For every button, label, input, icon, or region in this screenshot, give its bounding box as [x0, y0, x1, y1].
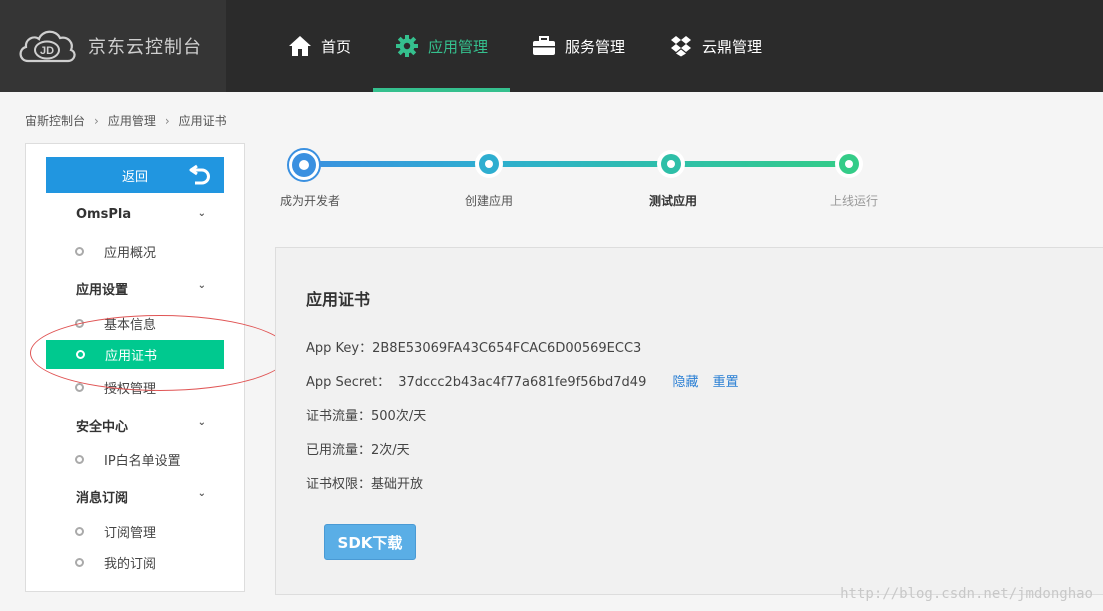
sidebar-item-app-overview[interactable]: 应用概况 [74, 238, 224, 264]
sidebar-group-label: 安全中心 [76, 420, 129, 435]
bullet-icon [76, 350, 85, 359]
step-label: 上线运行 [830, 194, 879, 208]
top-bar: JD 京东云控制台 首页 应用管理 服务管理 云鼎管理 [0, 0, 1103, 92]
cert-permission-row: 证书权限：基础开放 [306, 473, 423, 492]
chevron-down-icon: ⌄ [197, 208, 206, 219]
sidebar-item-basic-info[interactable]: 基本信息 [74, 310, 224, 336]
cert-permission-label: 证书权限： [306, 477, 372, 492]
app-key-value: 2B8E53069FA43C654FCAC6D00569ECC3 [372, 341, 642, 356]
back-button[interactable]: 返回 [46, 157, 224, 193]
sidebar-group-security-center[interactable]: 安全中心 ⌄ [76, 416, 206, 435]
logo[interactable]: JD 京东云控制台 [0, 0, 226, 92]
sidebar-group-label: 消息订阅 [76, 491, 129, 506]
sidebar-group-omspla[interactable]: OmsPla ⌄ [76, 207, 206, 222]
sidebar-item-authorization[interactable]: 授权管理 [74, 374, 224, 400]
nav-label: 首页 [321, 37, 352, 56]
breadcrumb-item[interactable]: 应用管理 [108, 112, 156, 129]
sidebar: 返回 OmsPla ⌄ 应用概况 应用设置 ⌄ 基本信息 应用证书 授权管理 安… [25, 143, 245, 592]
chevron-down-icon: ⌄ [197, 488, 206, 499]
sidebar-item-ip-whitelist[interactable]: IP白名单设置 [74, 446, 224, 472]
used-flow-label: 已用流量： [306, 443, 372, 458]
certificate-panel: 应用证书 App Key：2B8E53069FA43C654FCAC6D0056… [275, 247, 1103, 595]
app-key-row: App Key：2B8E53069FA43C654FCAC6D00569ECC3 [306, 337, 641, 356]
dropbox-icon [669, 34, 693, 58]
used-flow-row: 已用流量：2次/天 [306, 439, 410, 458]
chevron-down-icon: ⌄ [197, 417, 206, 428]
svg-text:JD: JD [40, 45, 54, 57]
chevron-right-icon: › [164, 113, 170, 128]
nav-item-service-management[interactable]: 服务管理 [510, 0, 647, 92]
sidebar-item-label: IP白名单设置 [104, 453, 181, 469]
reset-secret-link[interactable]: 重置 [713, 375, 739, 390]
chevron-right-icon: › [94, 113, 99, 128]
sidebar-item-subscription-management[interactable]: 订阅管理 [74, 518, 224, 544]
chevron-down-icon: ⌄ [197, 280, 206, 291]
sidebar-item-label: 基本信息 [104, 317, 157, 333]
step-connector [671, 161, 849, 167]
step-node [475, 150, 503, 178]
sidebar-item-label: 我的订阅 [104, 556, 157, 572]
app-key-label: App Key： [306, 341, 373, 356]
sidebar-group-label: OmsPla [76, 207, 132, 222]
nav-label: 应用管理 [428, 37, 489, 56]
gear-icon [395, 34, 419, 58]
bullet-icon [75, 246, 84, 256]
bullet-icon [75, 318, 84, 328]
sidebar-group-message-subscription[interactable]: 消息订阅 ⌄ [76, 487, 206, 506]
progress-steps: 成为开发者 创建应用 测试应用 上线运行 [275, 140, 915, 220]
nav-label: 云鼎管理 [702, 37, 763, 56]
hide-secret-link[interactable]: 隐藏 [673, 375, 699, 390]
sidebar-item-label: 应用概况 [104, 245, 157, 261]
back-button-label: 返回 [121, 169, 148, 185]
logo-text: 京东云控制台 [88, 37, 202, 58]
home-icon [288, 34, 312, 58]
sidebar-item-label: 订阅管理 [104, 525, 157, 541]
cert-flow-row: 证书流量：500次/天 [306, 405, 426, 424]
step-label: 测试应用 [649, 194, 698, 208]
briefcase-icon [532, 34, 556, 58]
step-node [657, 150, 685, 178]
undo-arrow-icon [188, 163, 212, 189]
cert-permission-value: 基础开放 [371, 477, 424, 492]
step-node [835, 150, 863, 178]
sidebar-item-label: 授权管理 [104, 381, 157, 397]
sidebar-item-app-certificate[interactable]: 应用证书 [46, 340, 224, 369]
bullet-icon [75, 454, 84, 464]
nav-label: 服务管理 [565, 37, 626, 56]
nav-item-app-management[interactable]: 应用管理 [373, 0, 511, 92]
app-secret-label: App Secret： [306, 375, 391, 390]
step-node-current [287, 148, 321, 182]
breadcrumb: 宙斯控制台 › 应用管理 › 应用证书 [25, 112, 227, 129]
sidebar-group-app-settings[interactable]: 应用设置 ⌄ [76, 279, 206, 298]
breadcrumb-item[interactable]: 宙斯控制台 [25, 112, 85, 129]
cert-flow-label: 证书流量： [306, 409, 372, 424]
breadcrumb-item: 应用证书 [178, 114, 227, 128]
bullet-icon [75, 382, 84, 392]
app-secret-row: App Secret： 37dccc2b43ac4f77a681fe9f56bd… [306, 371, 739, 390]
main-nav: 首页 应用管理 服务管理 云鼎管理 [266, 0, 784, 92]
jd-cloud-logo-icon: JD [16, 27, 78, 65]
sdk-download-button[interactable]: SDK下载 [324, 524, 416, 560]
cert-flow-value: 500次/天 [371, 409, 427, 424]
watermark: http://blog.csdn.net/jmdonghao [840, 586, 1093, 602]
step-label: 成为开发者 [280, 194, 341, 208]
nav-item-home[interactable]: 首页 [266, 0, 373, 92]
bullet-icon [75, 557, 84, 567]
step-connector [303, 161, 489, 167]
sidebar-item-label: 应用证书 [105, 349, 158, 364]
step-label: 创建应用 [465, 194, 514, 208]
step-connector [489, 161, 671, 167]
sidebar-item-my-subscriptions[interactable]: 我的订阅 [74, 549, 224, 575]
app-secret-value: 37dccc2b43ac4f77a681fe9f56bd7d49 [398, 375, 647, 390]
used-flow-value: 2次/天 [371, 443, 410, 458]
sidebar-group-label: 应用设置 [76, 283, 129, 298]
panel-title: 应用证书 [306, 290, 371, 309]
bullet-icon [75, 526, 84, 536]
nav-item-yunding-management[interactable]: 云鼎管理 [647, 0, 784, 92]
